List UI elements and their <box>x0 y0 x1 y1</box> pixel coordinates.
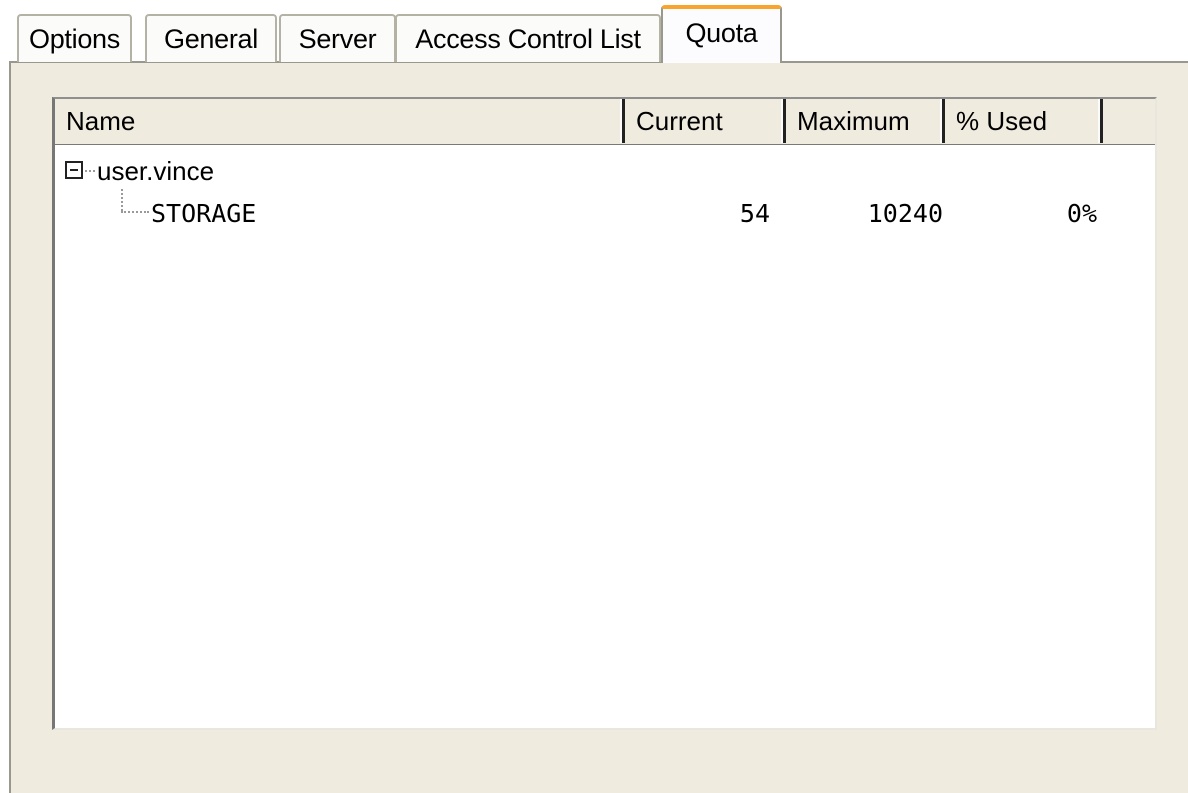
column-header-percent-used[interactable]: % Used <box>945 99 1103 143</box>
tab-general[interactable]: General <box>145 14 277 62</box>
column-header-bar: Name Current Maximum % Used <box>55 99 1155 145</box>
tree-node-user[interactable]: user.vince <box>55 152 1155 190</box>
quota-percent-used: 0% <box>1066 199 1097 228</box>
tab-quota[interactable]: Quota <box>661 5 782 63</box>
column-header-current[interactable]: Current <box>625 99 786 143</box>
column-header-maximum[interactable]: Maximum <box>786 99 945 143</box>
tree-connector <box>85 170 95 172</box>
tab-access-control-list[interactable]: Access Control List <box>395 14 661 62</box>
tab-server[interactable]: Server <box>279 14 396 62</box>
tree-node-storage[interactable]: STORAGE 54 10240 0% <box>55 189 1155 233</box>
quota-name: STORAGE <box>151 199 257 228</box>
quota-tree-list[interactable]: Name Current Maximum % Used user.vince S… <box>52 97 1157 730</box>
tree-connector <box>121 211 149 213</box>
quota-maximum: 10240 <box>867 199 943 228</box>
tree-node-label: user.vince <box>97 156 215 186</box>
collapse-toggle-icon[interactable] <box>65 161 83 179</box>
quota-current: 54 <box>739 199 770 228</box>
tab-options[interactable]: Options <box>17 14 132 62</box>
tree-connector <box>121 189 123 211</box>
tree-body: user.vince STORAGE 54 10240 0% <box>55 144 1155 728</box>
column-header-name[interactable]: Name <box>55 99 625 143</box>
